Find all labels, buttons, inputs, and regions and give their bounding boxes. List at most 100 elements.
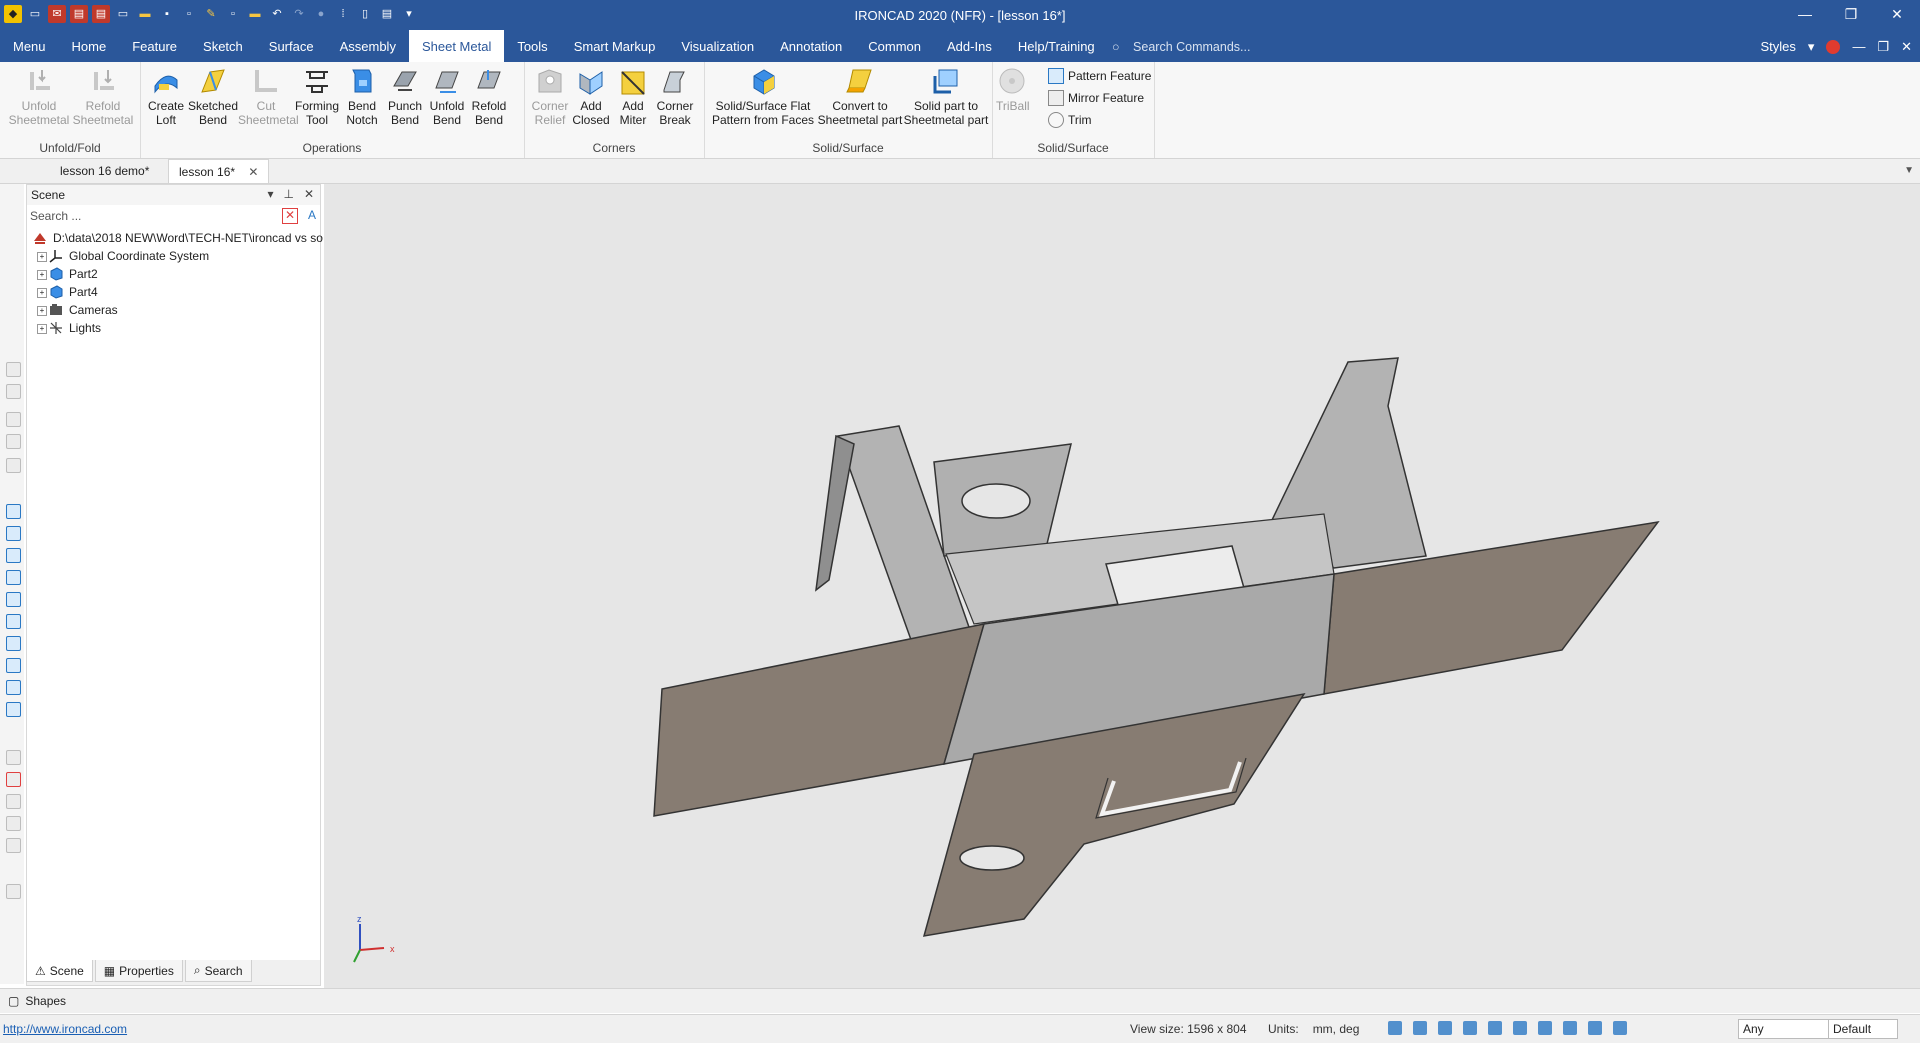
tab-home[interactable]: Home bbox=[59, 30, 120, 62]
tab-search[interactable]: ⌕ Search bbox=[184, 960, 252, 982]
help-icon[interactable] bbox=[1826, 40, 1841, 54]
tool-icon[interactable] bbox=[6, 838, 21, 853]
bottom-hole[interactable] bbox=[959, 845, 1025, 871]
command-search[interactable]: ○ Search Commands... bbox=[1112, 30, 1250, 64]
tool-icon[interactable] bbox=[6, 816, 21, 831]
tree-item-part4[interactable]: + Part4 bbox=[29, 283, 319, 301]
trim-button[interactable]: Trim bbox=[1048, 112, 1092, 128]
convert-sheetmetal-button[interactable]: Convert to Sheetmetal part bbox=[816, 66, 904, 127]
doc-tab-lesson-16[interactable]: lesson 16* ✕ bbox=[168, 159, 270, 183]
sheet-metal-model[interactable] bbox=[324, 184, 1920, 988]
tool-icon[interactable] bbox=[6, 570, 21, 585]
tree-item-part2[interactable]: + Part2 bbox=[29, 265, 319, 283]
clear-search-icon[interactable]: ✕ bbox=[282, 208, 298, 224]
shapes-toggle[interactable]: ▢ Shapes bbox=[8, 994, 66, 1008]
flat-pattern-button[interactable]: Solid/Surface Flat Pattern from Faces bbox=[708, 66, 818, 127]
tool-icon[interactable] bbox=[6, 526, 21, 541]
refold-bend-button[interactable]: Refold Bend bbox=[468, 66, 510, 127]
tool-icon[interactable] bbox=[6, 384, 21, 399]
minimize-button[interactable]: — bbox=[1782, 0, 1828, 30]
create-loft-button[interactable]: Create Loft bbox=[144, 66, 188, 127]
mirror-feature-button[interactable]: Mirror Feature bbox=[1048, 90, 1144, 106]
doc-tab-lesson-16-demo[interactable]: lesson 16 demo* bbox=[50, 159, 159, 182]
doc-restore-icon[interactable]: ❐ bbox=[1877, 30, 1889, 64]
tab-assembly[interactable]: Assembly bbox=[327, 30, 409, 62]
tool-icon[interactable] bbox=[6, 750, 21, 765]
units-readout[interactable]: Units: mm, deg bbox=[1268, 1022, 1359, 1036]
tree-root[interactable]: D:\data\2018 NEW\Word\TECH-NET\ironcad v… bbox=[29, 229, 323, 247]
styles-dropdown-icon[interactable]: ▾ bbox=[1808, 30, 1815, 64]
corner-break-button[interactable]: Corner Break bbox=[654, 66, 696, 127]
styles-menu[interactable]: Styles bbox=[1761, 30, 1796, 64]
bend-notch-button[interactable]: Bend Notch bbox=[340, 66, 384, 127]
punch-bend-button[interactable]: Punch Bend bbox=[384, 66, 426, 127]
doc-close-icon[interactable]: ✕ bbox=[1901, 30, 1912, 64]
tab-annotation[interactable]: Annotation bbox=[767, 30, 855, 62]
orient-icon[interactable] bbox=[1488, 1021, 1502, 1035]
refold-sheetmetal-button[interactable]: Refold Sheetmetal bbox=[72, 66, 134, 127]
tool-icon[interactable] bbox=[6, 658, 21, 673]
tab-sheet-metal[interactable]: Sheet Metal bbox=[408, 30, 505, 62]
triball-button[interactable]: TriBall bbox=[996, 66, 1030, 113]
expand-icon[interactable]: + bbox=[37, 324, 47, 334]
tab-visualization[interactable]: Visualization bbox=[668, 30, 767, 62]
tab-smart-markup[interactable]: Smart Markup bbox=[561, 30, 669, 62]
scene-search[interactable]: Search ... ✕ A bbox=[27, 207, 320, 225]
section-icon[interactable] bbox=[1563, 1021, 1577, 1035]
render-icon[interactable] bbox=[1463, 1021, 1477, 1035]
tool-icon[interactable] bbox=[6, 884, 21, 899]
search-options-icon[interactable]: A bbox=[308, 208, 316, 222]
sketched-bend-button[interactable]: Sketched Bend bbox=[188, 66, 238, 127]
tool-icon[interactable] bbox=[6, 702, 21, 717]
add-closed-button[interactable]: Add Closed bbox=[570, 66, 612, 127]
expand-icon[interactable]: + bbox=[37, 270, 47, 280]
expand-icon[interactable]: + bbox=[37, 252, 47, 262]
panel-menu-icon[interactable]: ▾ bbox=[267, 187, 273, 201]
tab-sketch[interactable]: Sketch bbox=[190, 30, 256, 62]
view-icon[interactable] bbox=[1438, 1021, 1452, 1035]
tree-item-lights[interactable]: + Lights bbox=[29, 319, 319, 337]
tree-item-cameras[interactable]: + Cameras bbox=[29, 301, 319, 319]
tool-icon[interactable] bbox=[6, 548, 21, 563]
tool-icon[interactable] bbox=[6, 362, 21, 377]
add-miter-button[interactable]: Add Miter bbox=[612, 66, 654, 127]
tool-icon[interactable] bbox=[6, 458, 21, 473]
expand-icon[interactable]: + bbox=[37, 288, 47, 298]
selection-filter-select[interactable]: Any bbox=[1738, 1019, 1830, 1039]
pattern-feature-button[interactable]: Pattern Feature bbox=[1048, 68, 1151, 84]
zoom-icon[interactable] bbox=[1388, 1021, 1402, 1035]
camera-view-icon[interactable] bbox=[1588, 1021, 1602, 1035]
pointer-icon[interactable] bbox=[1613, 1021, 1627, 1035]
left-back-flange-front[interactable] bbox=[815, 434, 855, 592]
tool-icon[interactable] bbox=[6, 794, 21, 809]
panel-close-icon[interactable]: ✕ bbox=[304, 187, 314, 201]
3d-viewport[interactable]: z x bbox=[324, 184, 1920, 988]
tree-item-global-coordinate-system[interactable]: + Global Coordinate System bbox=[29, 247, 319, 265]
tab-add-ins[interactable]: Add-Ins bbox=[934, 30, 1005, 62]
restore-button[interactable]: ❐ bbox=[1828, 0, 1874, 30]
tool-icon[interactable] bbox=[6, 772, 21, 787]
tab-common[interactable]: Common bbox=[855, 30, 934, 62]
tool-icon[interactable] bbox=[6, 680, 21, 695]
tool-icon[interactable] bbox=[6, 614, 21, 629]
tab-hole[interactable] bbox=[961, 483, 1031, 519]
tool-icon[interactable] bbox=[6, 434, 21, 449]
unfold-bend-button[interactable]: Unfold Bend bbox=[426, 66, 468, 127]
tab-properties[interactable]: ▦ Properties bbox=[94, 960, 183, 982]
unfold-sheetmetal-button[interactable]: Unfold Sheetmetal bbox=[8, 66, 70, 127]
expand-icon[interactable]: + bbox=[37, 306, 47, 316]
tab-feature[interactable]: Feature bbox=[119, 30, 190, 62]
shade-icon[interactable] bbox=[1513, 1021, 1527, 1035]
forming-tool-button[interactable]: Forming Tool bbox=[294, 66, 340, 127]
style-select[interactable]: Default bbox=[1828, 1019, 1898, 1039]
website-link[interactable]: http://www.ironcad.com bbox=[3, 1022, 127, 1036]
tab-scene[interactable]: ⚠ Scene bbox=[26, 960, 93, 982]
display-icon[interactable] bbox=[1538, 1021, 1552, 1035]
cut-sheetmetal-button[interactable]: Cut Sheetmetal bbox=[238, 66, 299, 127]
ribbon-minimize-icon[interactable]: — bbox=[1852, 30, 1865, 64]
tab-tools[interactable]: Tools bbox=[504, 30, 560, 62]
tool-icon[interactable] bbox=[6, 412, 21, 427]
tool-icon[interactable] bbox=[6, 636, 21, 651]
close-button[interactable]: ✕ bbox=[1874, 0, 1920, 30]
tool-icon[interactable] bbox=[6, 504, 21, 519]
